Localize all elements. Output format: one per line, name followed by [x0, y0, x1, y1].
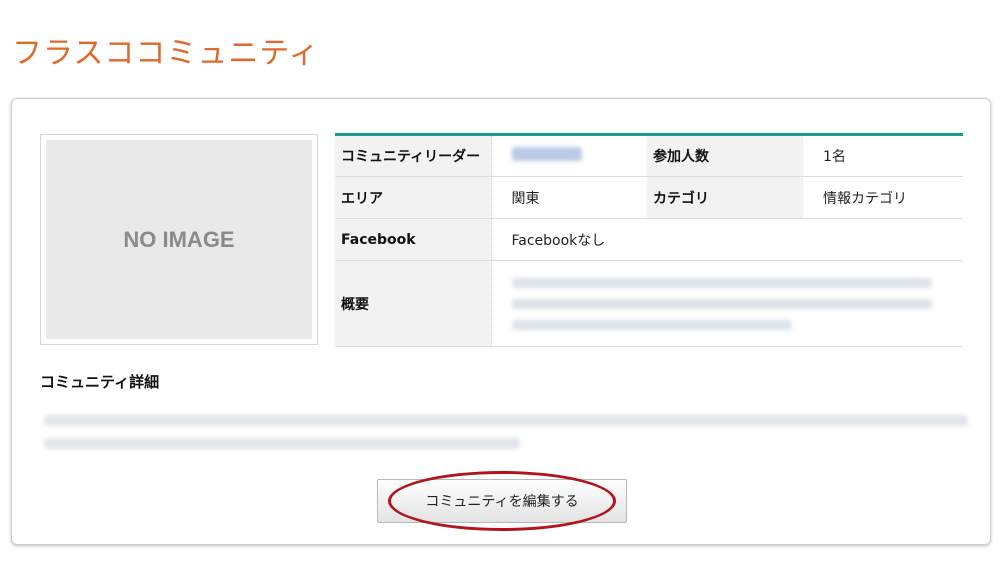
member-count-value: 1名 — [803, 134, 963, 177]
category-value: 情報カテゴリ — [803, 176, 963, 219]
leader-name-redacted — [511, 147, 582, 161]
category-label: カテゴリ — [647, 176, 803, 219]
facebook-value: Facebookなし — [491, 218, 963, 261]
overview-label: 概要 — [335, 260, 492, 347]
community-info-table: コミュニティリーダー 参加人数 1名 エリア 関東 カテゴリ 情報カテゴリ Fa… — [335, 133, 963, 347]
area-label: エリア — [335, 176, 492, 219]
community-image: NO IMAGE — [40, 134, 318, 345]
overview-redacted-line — [511, 277, 932, 288]
details-redacted-line — [44, 438, 520, 449]
community-card: NO IMAGE コミュニティリーダー 参加人数 1名 エリア 関東 カテゴリ … — [11, 98, 991, 545]
leader-value[interactable] — [491, 134, 647, 177]
leader-label: コミュニティリーダー — [335, 134, 492, 177]
details-redacted-line — [44, 415, 968, 426]
info-row-area: エリア 関東 カテゴリ 情報カテゴリ — [335, 176, 963, 219]
member-count-label: 参加人数 — [647, 134, 803, 177]
info-row-facebook: Facebook Facebookなし — [335, 218, 963, 261]
community-details-text — [44, 415, 968, 461]
info-row-leader: コミュニティリーダー 参加人数 1名 — [335, 134, 963, 177]
overview-value — [491, 260, 963, 347]
overview-redacted-line — [511, 319, 792, 330]
community-details-title: コミュニティ詳細 — [40, 373, 160, 391]
info-row-overview: 概要 — [335, 260, 963, 347]
area-value: 関東 — [491, 176, 647, 219]
edit-community-button[interactable]: コミュニティを編集する — [377, 479, 627, 523]
facebook-label: Facebook — [335, 218, 492, 261]
page-title: フラスココミュニティ — [12, 36, 320, 71]
overview-redacted-line — [511, 298, 932, 309]
no-image-placeholder: NO IMAGE — [46, 140, 312, 339]
